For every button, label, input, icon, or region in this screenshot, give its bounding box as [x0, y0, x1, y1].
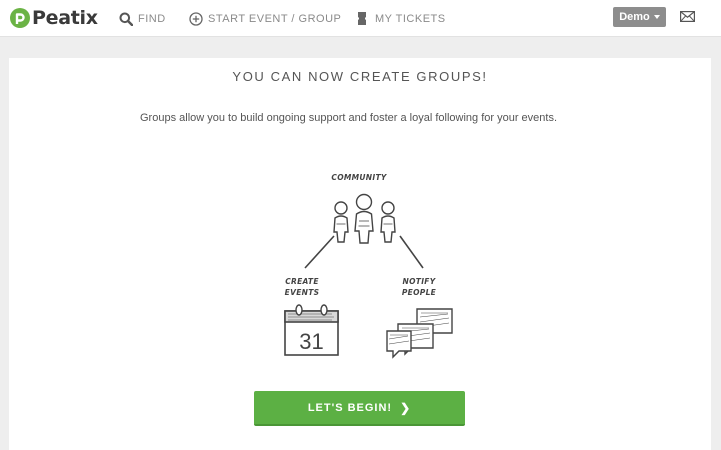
mail-icon[interactable]: [680, 11, 695, 22]
nav-my-tickets[interactable]: MY TICKETS: [357, 10, 446, 27]
groups-description: Groups allow you to build ongoing suppor…: [140, 112, 558, 124]
search-icon: [119, 12, 133, 26]
plus-circle-icon: [189, 11, 203, 26]
ticket-icon: [358, 12, 366, 25]
community-people-icon: [333, 193, 396, 244]
user-menu-label: Demo: [619, 11, 650, 23]
peatix-logo-icon: [10, 8, 30, 28]
nav-find-label: FIND: [138, 12, 166, 25]
chevron-right-icon: ❯: [400, 400, 412, 415]
nav-start-label: START EVENT / GROUP: [208, 12, 342, 25]
page-title: YOU CAN NOW CREATE GROUPS!: [232, 69, 488, 84]
calendar-day: 31: [299, 329, 323, 354]
groups-illustration: COMMUNITY CREATE EVENTS NOTIFY PEOPLE 31: [271, 166, 471, 361]
nav-find[interactable]: FIND: [119, 10, 166, 27]
nav-tickets-label: MY TICKETS: [375, 12, 446, 25]
groups-intro-card: YOU CAN NOW CREATE GROUPS! Groups allow …: [9, 58, 711, 450]
logo-text: Peatix: [32, 7, 98, 29]
peatix-logo[interactable]: Peatix: [9, 6, 98, 30]
top-navbar: Peatix FIND START EVENT / GROUP MY TICKE…: [0, 0, 721, 37]
lets-begin-label: LET'S BEGIN!: [307, 401, 393, 414]
illustration-drawing: 31: [284, 193, 453, 359]
chat-bubbles-icon: [386, 308, 453, 359]
nav-start-event-group[interactable]: START EVENT / GROUP: [189, 10, 341, 27]
lets-begin-button[interactable]: LET'S BEGIN! ❯: [254, 391, 465, 426]
caret-down-icon: [653, 15, 660, 19]
connector-right: [399, 235, 424, 269]
user-menu-button[interactable]: Demo: [613, 7, 666, 27]
connector-left: [304, 235, 335, 269]
